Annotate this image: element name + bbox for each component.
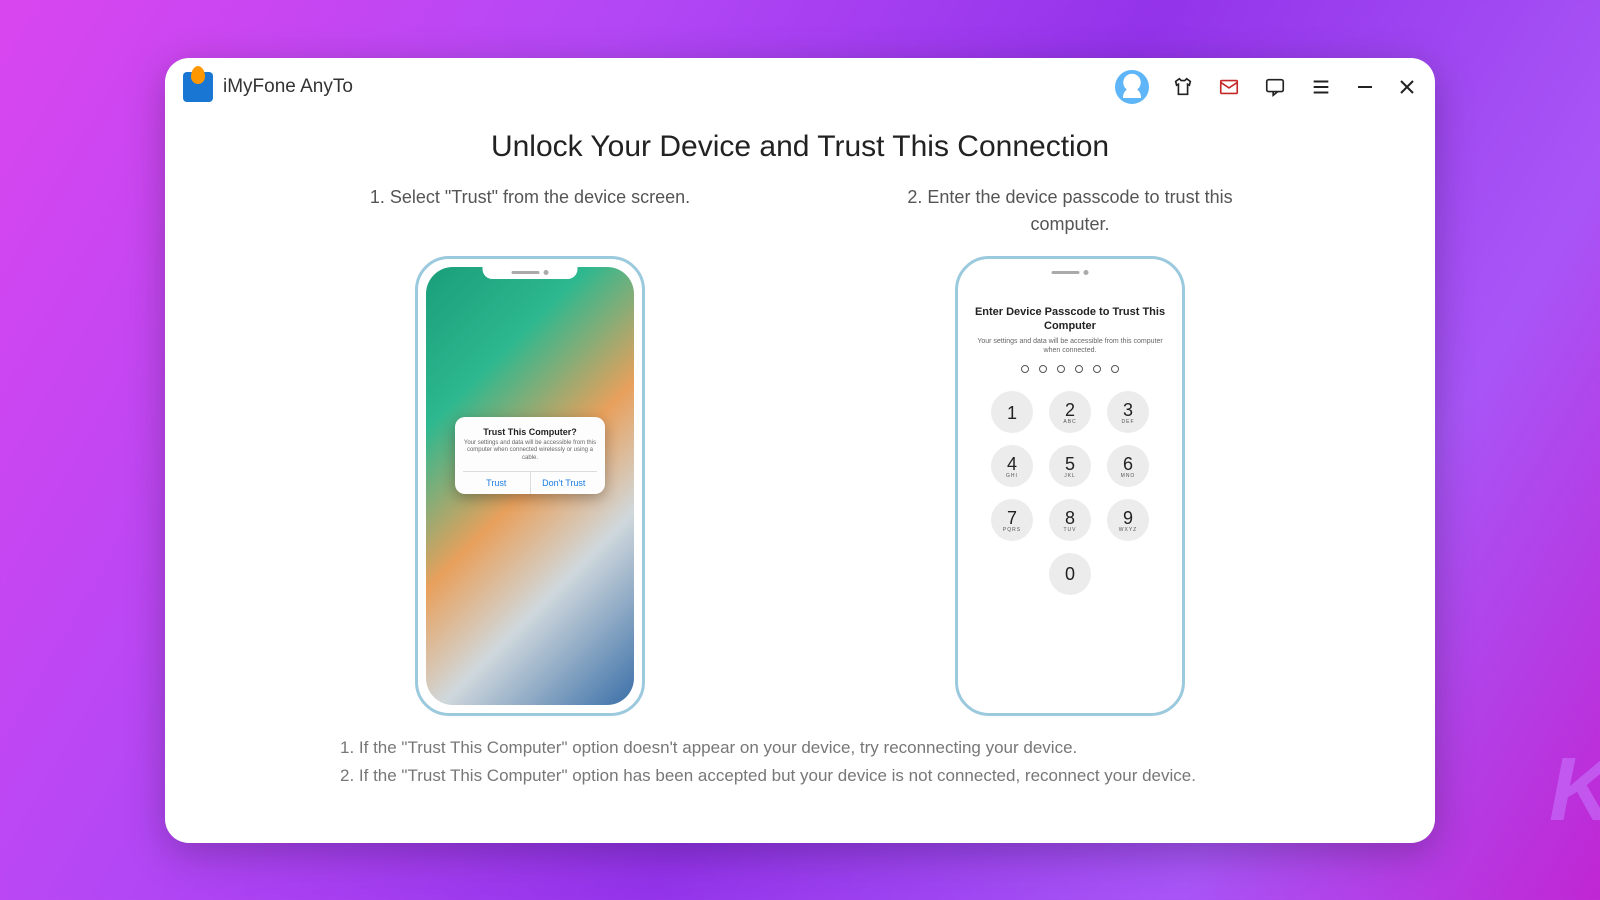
app-title: iMyFone AnyTo — [223, 76, 353, 98]
key-9: 9WXYZ — [1107, 499, 1149, 541]
step-1-label: 1. Select "Trust" from the device screen… — [370, 184, 690, 240]
minimize-button[interactable] — [1355, 77, 1375, 97]
titlebar: iMyFone AnyTo — [165, 58, 1435, 116]
passcode-dot — [1039, 365, 1047, 373]
steps-row: 1. Select "Trust" from the device screen… — [205, 184, 1395, 716]
key-2: 2ABC — [1049, 391, 1091, 433]
step-2: 2. Enter the device passcode to trust th… — [870, 184, 1270, 716]
trust-dialog-title: Trust This Computer? — [463, 427, 597, 437]
passcode-dot — [1021, 365, 1029, 373]
title-right — [1115, 70, 1417, 104]
passcode-dot — [1075, 365, 1083, 373]
key-3: 3DEF — [1107, 391, 1149, 433]
passcode-dot — [1093, 365, 1101, 373]
trust-dialog: Trust This Computer? Your settings and d… — [455, 417, 605, 494]
notes: 1. If the "Trust This Computer" option d… — [340, 734, 1260, 792]
keypad: 1 2ABC 3DEF 4GHI 5JKL 6MNO 7PQRS 8TUV 9W… — [991, 391, 1149, 595]
key-5: 5JKL — [1049, 445, 1091, 487]
phone-1-screen: Trust This Computer? Your settings and d… — [426, 267, 634, 705]
mail-icon[interactable] — [1217, 75, 1241, 99]
menu-icon[interactable] — [1309, 75, 1333, 99]
content: Unlock Your Device and Trust This Connec… — [165, 116, 1435, 843]
shirt-icon[interactable] — [1171, 75, 1195, 99]
step-1: 1. Select "Trust" from the device screen… — [330, 184, 730, 716]
feedback-icon[interactable] — [1263, 75, 1287, 99]
key-6: 6MNO — [1107, 445, 1149, 487]
note-2: 2. If the "Trust This Computer" option h… — [340, 762, 1260, 791]
passcode-dot — [1057, 365, 1065, 373]
passcode-title: Enter Device Passcode to Trust This Comp… — [966, 305, 1174, 334]
account-icon[interactable] — [1115, 70, 1149, 104]
app-logo-icon — [183, 72, 213, 102]
phone-trust-illustration: Trust This Computer? Your settings and d… — [415, 256, 645, 716]
trust-dialog-body: Your settings and data will be accessibl… — [463, 440, 597, 463]
phone-2-screen: Enter Device Passcode to Trust This Comp… — [966, 267, 1174, 705]
page-heading: Unlock Your Device and Trust This Connec… — [205, 130, 1395, 164]
passcode-subtitle: Your settings and data will be accessibl… — [976, 337, 1164, 355]
phone-notch-icon — [1023, 267, 1118, 279]
note-1: 1. If the "Trust This Computer" option d… — [340, 734, 1260, 763]
dont-trust-button: Don't Trust — [530, 472, 598, 494]
passcode-dot — [1111, 365, 1119, 373]
phone-notch-icon — [483, 267, 578, 279]
phone-passcode-illustration: Enter Device Passcode to Trust This Comp… — [955, 256, 1185, 716]
passcode-dots — [1021, 365, 1119, 373]
watermark: K — [1549, 739, 1600, 842]
trust-dialog-buttons: Trust Don't Trust — [463, 471, 597, 494]
trust-button: Trust — [463, 472, 530, 494]
key-7: 7PQRS — [991, 499, 1033, 541]
key-1: 1 — [991, 391, 1033, 433]
title-left: iMyFone AnyTo — [183, 72, 353, 102]
key-4: 4GHI — [991, 445, 1033, 487]
step-2-label: 2. Enter the device passcode to trust th… — [870, 184, 1270, 240]
key-0: 0 — [1049, 553, 1091, 595]
close-button[interactable] — [1397, 77, 1417, 97]
key-8: 8TUV — [1049, 499, 1091, 541]
app-window: iMyFone AnyTo Unlock Your Dev — [165, 58, 1435, 843]
